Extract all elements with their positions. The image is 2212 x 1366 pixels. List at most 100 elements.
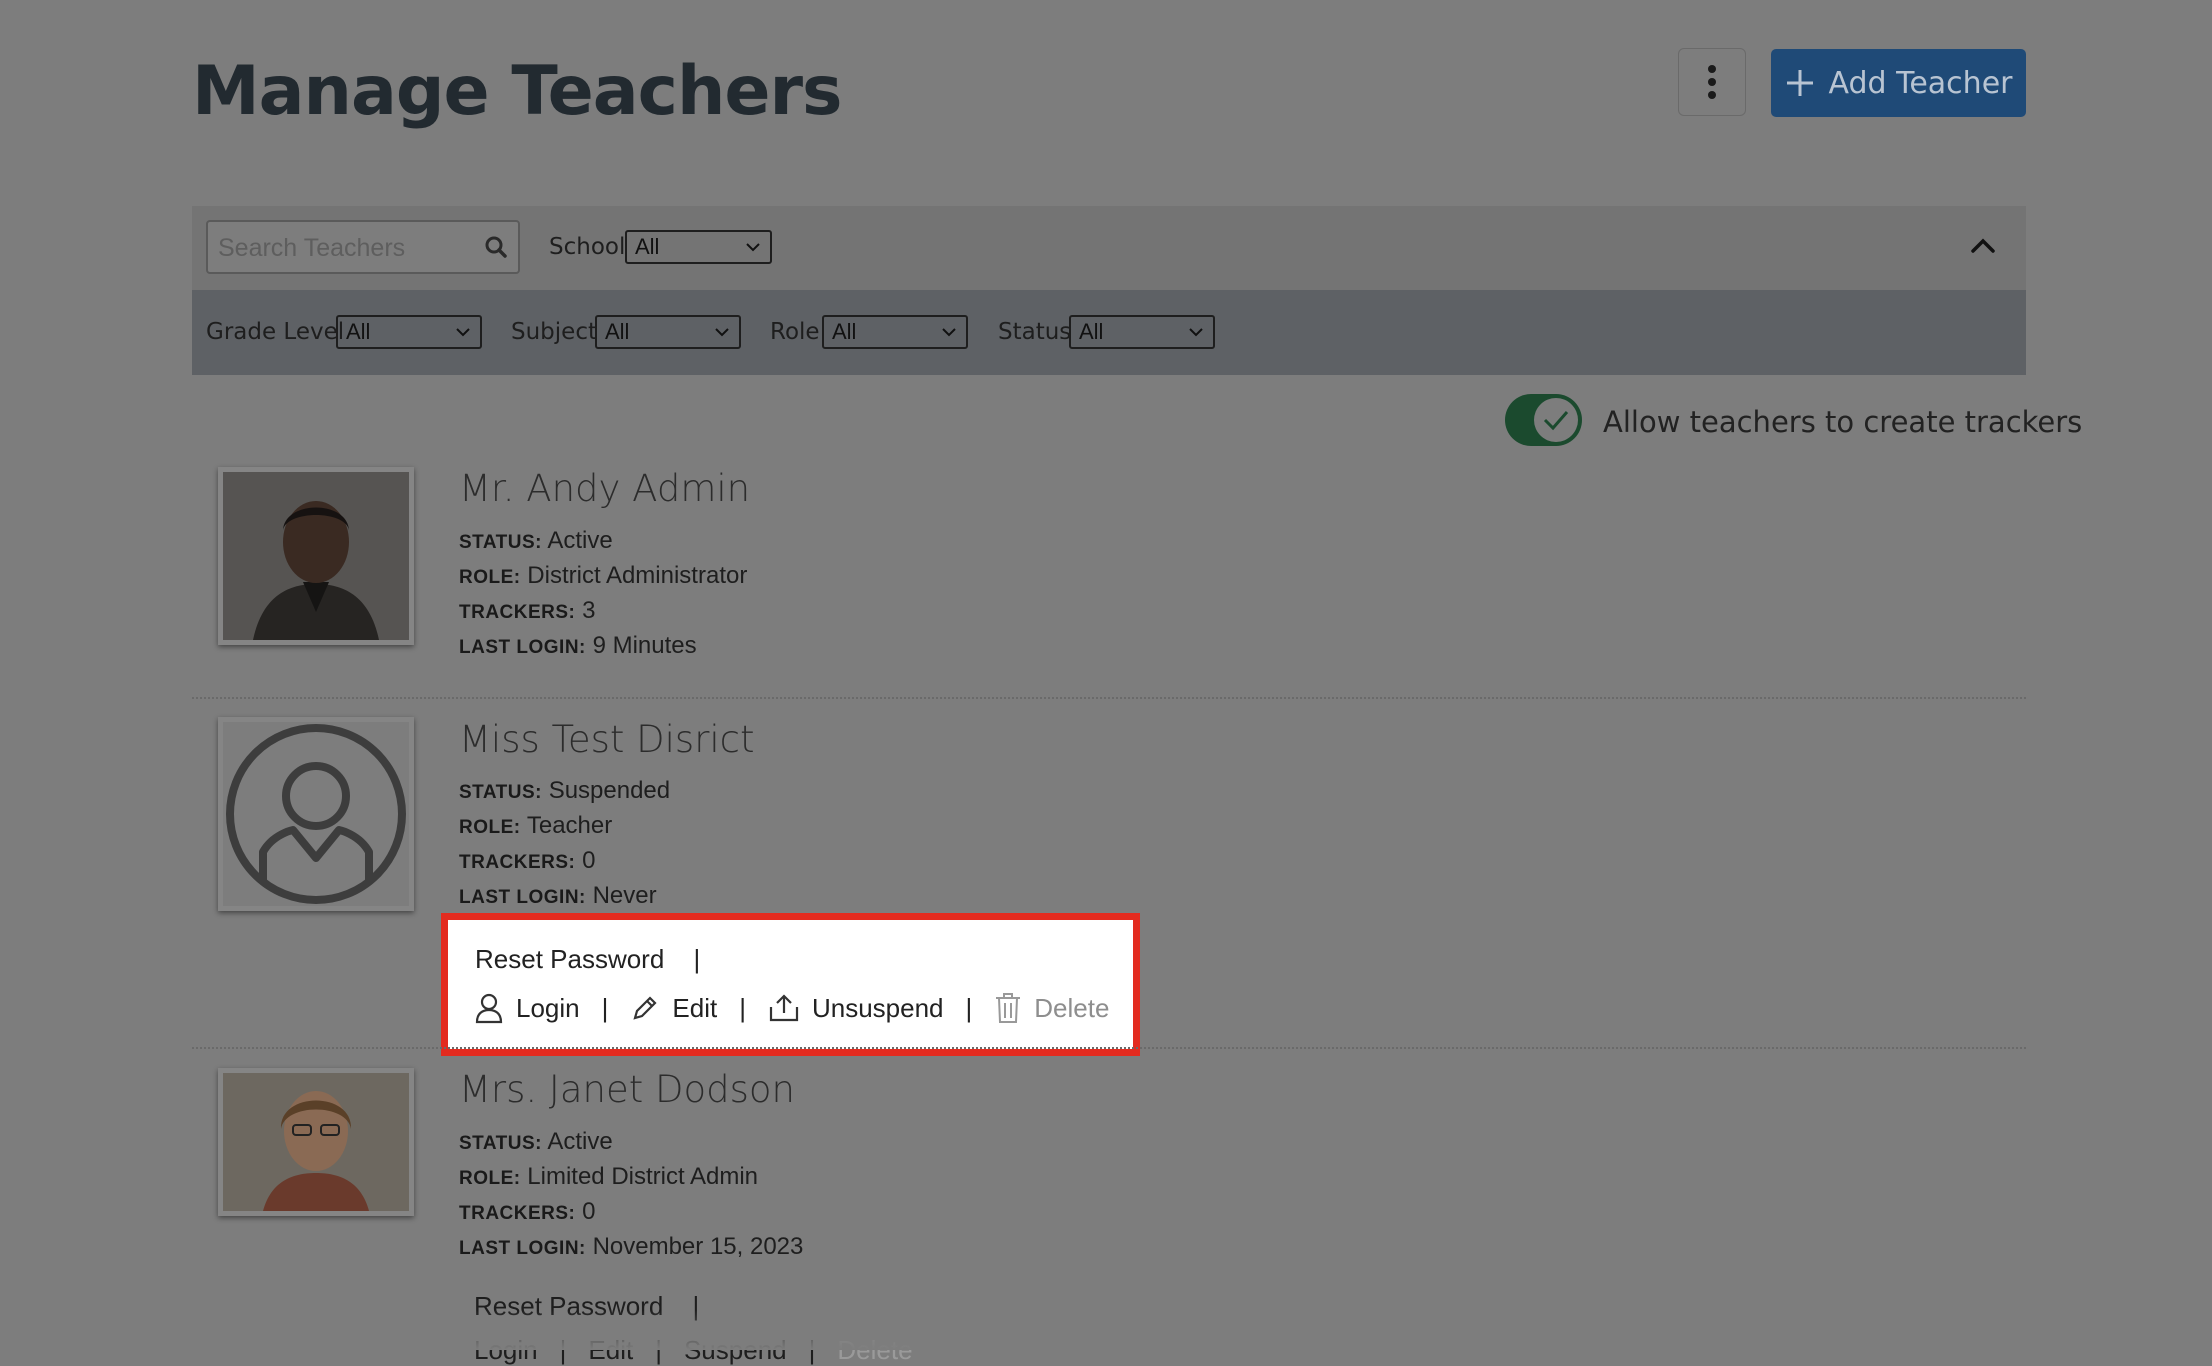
search-icon[interactable] xyxy=(484,235,508,259)
grade-filter-label: Grade Level xyxy=(206,319,345,345)
filter-bar-primary: School All xyxy=(192,206,2026,290)
teacher-trackers: Trackers: 0 xyxy=(459,847,595,875)
trackers-value: 3 xyxy=(582,597,596,624)
teacher-role: Role: Teacher xyxy=(459,812,612,840)
actions-row-2: Login | Edit | Unsuspend | Delete xyxy=(474,992,1109,1024)
teacher-role: Role: District Administrator xyxy=(459,562,747,590)
teacher-last-login: Last Login: November 15, 2023 xyxy=(459,1233,803,1261)
chevron-down-icon xyxy=(746,243,760,252)
trackers-value: 0 xyxy=(582,847,596,874)
teacher-last-login: Last Login: 9 Minutes xyxy=(459,632,697,660)
trackers-key: Trackers: xyxy=(459,1203,576,1224)
trackers-key: Trackers: xyxy=(459,602,576,623)
actions-row-1: Reset Password | xyxy=(475,944,722,975)
chevron-down-icon xyxy=(942,328,956,337)
allow-trackers-label: Allow teachers to create trackers xyxy=(1603,405,2083,439)
page-title: Manage Teachers xyxy=(192,52,843,131)
pencil-icon xyxy=(633,996,657,1020)
trash-icon xyxy=(996,993,1021,1023)
row-divider xyxy=(192,1047,2026,1049)
plus-icon xyxy=(1786,70,1813,96)
person-photo-icon xyxy=(223,1073,409,1211)
chevron-down-icon xyxy=(715,328,729,337)
user-login-icon xyxy=(475,993,503,1024)
last-login-key: Last Login: xyxy=(459,1238,586,1259)
search-box xyxy=(206,220,520,274)
edit-button[interactable]: Edit xyxy=(630,993,717,1024)
last-login-key: Last Login: xyxy=(459,637,586,658)
delete-button[interactable]: Delete xyxy=(994,992,1109,1024)
role-value: District Administrator xyxy=(527,562,748,589)
subject-filter-label: Subject xyxy=(511,319,597,345)
search-input[interactable] xyxy=(216,230,480,266)
role-key: Role: xyxy=(459,567,521,588)
status-filter-label: Status xyxy=(998,319,1072,345)
teacher-photo xyxy=(218,467,414,645)
teacher-last-login: Last Login: Never xyxy=(459,882,657,910)
toggle-knob xyxy=(1534,398,1578,442)
allow-trackers-toggle[interactable] xyxy=(1505,394,1582,446)
trackers-value: 0 xyxy=(582,1198,596,1225)
teacher-status: Status: Active xyxy=(459,1128,613,1156)
chevron-up-icon[interactable] xyxy=(1970,234,1996,256)
role-select-value: All xyxy=(832,319,857,344)
subject-select[interactable]: All xyxy=(595,315,741,349)
school-select-value: All xyxy=(635,234,660,259)
edit-label: Edit xyxy=(672,992,718,1023)
separator: | xyxy=(601,992,609,1023)
status-key: Status: xyxy=(459,782,543,803)
grade-select[interactable]: All xyxy=(336,315,482,349)
upload-icon xyxy=(769,994,799,1022)
scroll-fade xyxy=(0,1310,2212,1350)
status-key: Status: xyxy=(459,532,543,553)
role-select[interactable]: All xyxy=(822,315,968,349)
checkmark-icon xyxy=(1543,411,1569,431)
teacher-trackers: Trackers: 0 xyxy=(459,1198,595,1226)
school-filter-label: School xyxy=(549,234,626,260)
teacher-name[interactable]: Miss Test Disrict xyxy=(459,718,755,761)
highlighted-actions: Reset Password | Login | Edit | Unsuspen… xyxy=(441,913,1140,1056)
unsuspend-button[interactable]: Unsuspend xyxy=(768,993,944,1024)
vertical-dots-icon xyxy=(1708,65,1716,99)
school-select[interactable]: All xyxy=(625,230,772,264)
role-filter-label: Role xyxy=(770,319,820,345)
teacher-photo xyxy=(218,717,414,911)
user-placeholder-icon xyxy=(226,724,406,904)
last-login-value: 9 Minutes xyxy=(592,632,697,659)
chevron-down-icon xyxy=(1189,328,1203,337)
separator: | xyxy=(739,992,746,1023)
delete-label: Delete xyxy=(1034,992,1110,1023)
teacher-name[interactable]: Mr. Andy Admin xyxy=(459,467,750,510)
role-value: Limited District Admin xyxy=(527,1163,759,1190)
login-button[interactable]: Login xyxy=(474,992,580,1024)
add-teacher-label: Add Teacher xyxy=(1828,65,2013,101)
status-select-value: All xyxy=(1079,319,1104,344)
subject-select-value: All xyxy=(605,319,630,344)
add-teacher-button[interactable]: Add Teacher xyxy=(1771,49,2026,117)
status-key: Status: xyxy=(459,1133,543,1154)
last-login-value: Never xyxy=(592,882,657,909)
person-photo-icon xyxy=(223,472,409,640)
trackers-key: Trackers: xyxy=(459,852,576,873)
row-divider xyxy=(192,697,2026,699)
status-value: Active xyxy=(547,527,613,554)
role-key: Role: xyxy=(459,817,521,838)
teacher-photo xyxy=(218,1068,414,1216)
teacher-name[interactable]: Mrs. Janet Dodson xyxy=(459,1068,795,1111)
teacher-status: Status: Active xyxy=(459,527,613,555)
last-login-value: November 15, 2023 xyxy=(592,1233,804,1260)
role-key: Role: xyxy=(459,1168,521,1189)
status-select[interactable]: All xyxy=(1069,315,1215,349)
grade-select-value: All xyxy=(346,319,371,344)
unsuspend-label: Unsuspend xyxy=(811,992,944,1023)
reset-password-link[interactable]: Reset Password xyxy=(475,944,664,974)
separator: | xyxy=(693,944,701,974)
role-value: Teacher xyxy=(526,812,613,839)
chevron-down-icon xyxy=(456,328,470,337)
teacher-status: Status: Suspended xyxy=(459,777,670,805)
status-value: Active xyxy=(547,1128,613,1155)
more-options-button[interactable] xyxy=(1678,48,1746,116)
teacher-trackers: Trackers: 3 xyxy=(459,597,595,625)
last-login-key: Last Login: xyxy=(459,887,586,908)
login-label: Login xyxy=(516,992,580,1023)
